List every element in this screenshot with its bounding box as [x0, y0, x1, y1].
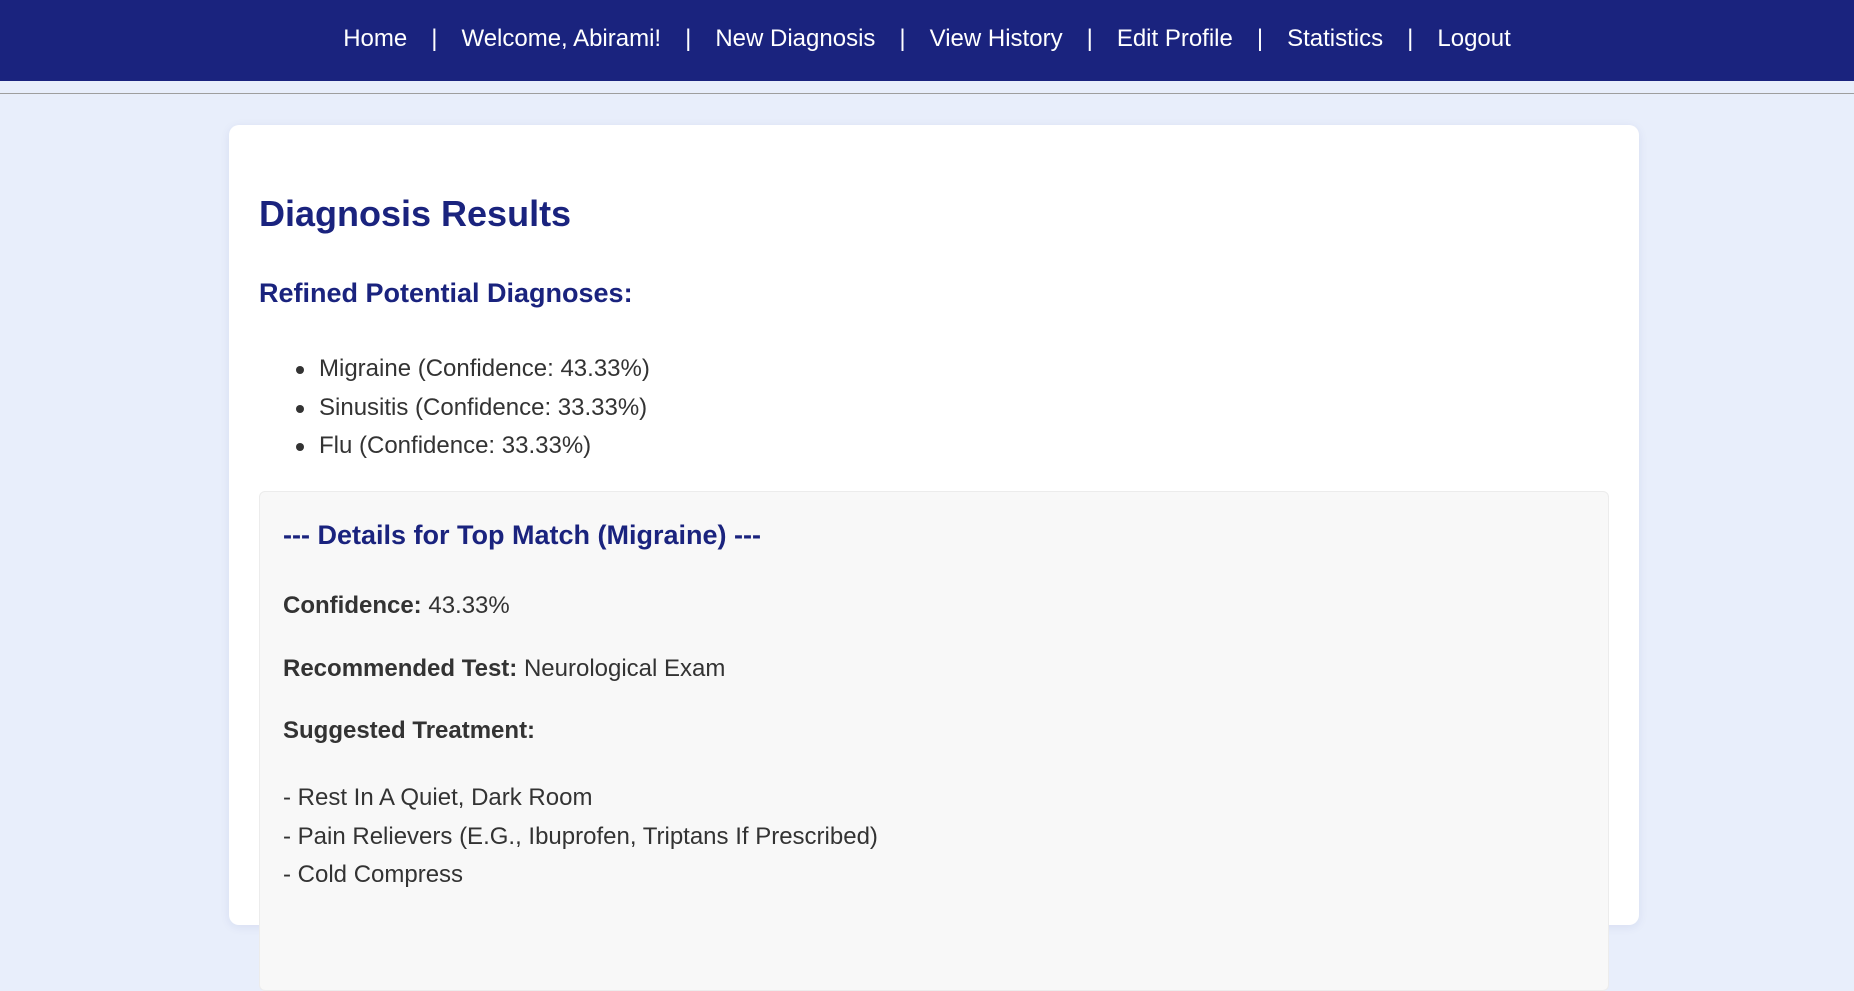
diagnoses-heading: Refined Potential Diagnoses:	[259, 278, 633, 308]
list-item: Sinusitis (Confidence: 33.33%)	[289, 389, 650, 428]
confidence-line: Confidence: 43.33%	[283, 592, 510, 620]
nav-welcome-link[interactable]: Welcome, Abirami!	[461, 25, 661, 53]
details-heading: --- Details for Top Match (Migraine) ---	[283, 520, 761, 550]
diagnosis-text: Sinusitis (Confidence: 33.33%)	[319, 393, 648, 421]
diagnosis-text: Flu (Confidence: 33.33%)	[319, 432, 592, 459]
treatment-item: - Pain Relievers (E.G., Ibuprofen, Tript…	[283, 822, 878, 850]
recommended-test-label: Recommended Test:	[283, 655, 518, 682]
bullet-icon	[296, 366, 304, 374]
treatment-label: Suggested Treatment:	[283, 717, 536, 744]
page-title: Diagnosis Results	[259, 193, 572, 234]
nav-edit-profile-link[interactable]: Edit Profile	[1117, 25, 1233, 53]
top-navbar: Home | Welcome, Abirami! | New Diagnosis…	[0, 0, 1854, 81]
nav-statistics-link[interactable]: Statistics	[1287, 25, 1383, 53]
diagnosis-text: Migraine (Confidence: 43.33%)	[319, 355, 650, 382]
confidence-value: 43.33%	[428, 592, 510, 619]
list-item: Migraine (Confidence: 43.33%)	[289, 350, 650, 389]
nav-separator: |	[1256, 25, 1264, 52]
nav-separator: |	[899, 25, 906, 52]
nav-logout-link[interactable]: Logout	[1437, 25, 1510, 53]
recommended-test-value: Neurological Exam	[523, 655, 726, 682]
bullet-icon	[296, 404, 304, 413]
nav-separator: |	[1407, 25, 1414, 52]
top-match-details: --- Details for Top Match (Migraine) ---…	[259, 491, 1609, 991]
header-divider	[0, 93, 1854, 94]
nav-home-link[interactable]: Home	[343, 25, 407, 53]
nav-new-diagnosis-link[interactable]: New Diagnosis	[715, 25, 875, 53]
treatment-line: Suggested Treatment:	[283, 717, 535, 745]
treatment-item: - Cold Compress	[283, 861, 464, 888]
results-card: Diagnosis Results Refined Potential Diag…	[229, 125, 1639, 991]
treatment-list: - Rest In A Quiet, Dark Room - Pain Reli…	[283, 779, 878, 895]
treatment-item: - Rest In A Quiet, Dark Room	[283, 784, 593, 811]
nav-separator: |	[685, 25, 692, 52]
nav-separator: |	[431, 25, 438, 52]
bullet-icon	[296, 443, 304, 451]
nav-view-history-link[interactable]: View History	[930, 25, 1063, 53]
nav-separator: |	[1086, 25, 1093, 52]
confidence-label: Confidence:	[283, 592, 422, 619]
diagnoses-list: Migraine (Confidence: 43.33%) Sinusitis …	[289, 350, 650, 466]
recommended-test-line: Recommended Test: Neurological Exam	[283, 655, 725, 683]
list-item: Flu (Confidence: 33.33%)	[289, 427, 650, 466]
